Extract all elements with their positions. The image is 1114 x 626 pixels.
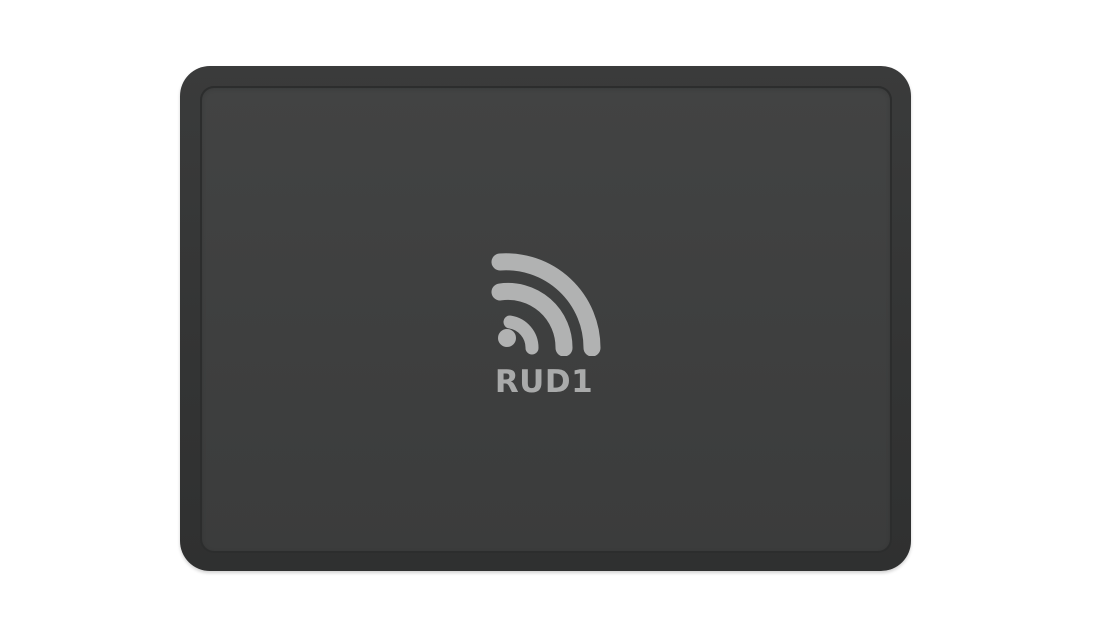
brand-label: RUD1	[494, 364, 594, 400]
product-photo: RUD1	[0, 0, 1114, 626]
wireless-signal-icon	[491, 253, 601, 356]
